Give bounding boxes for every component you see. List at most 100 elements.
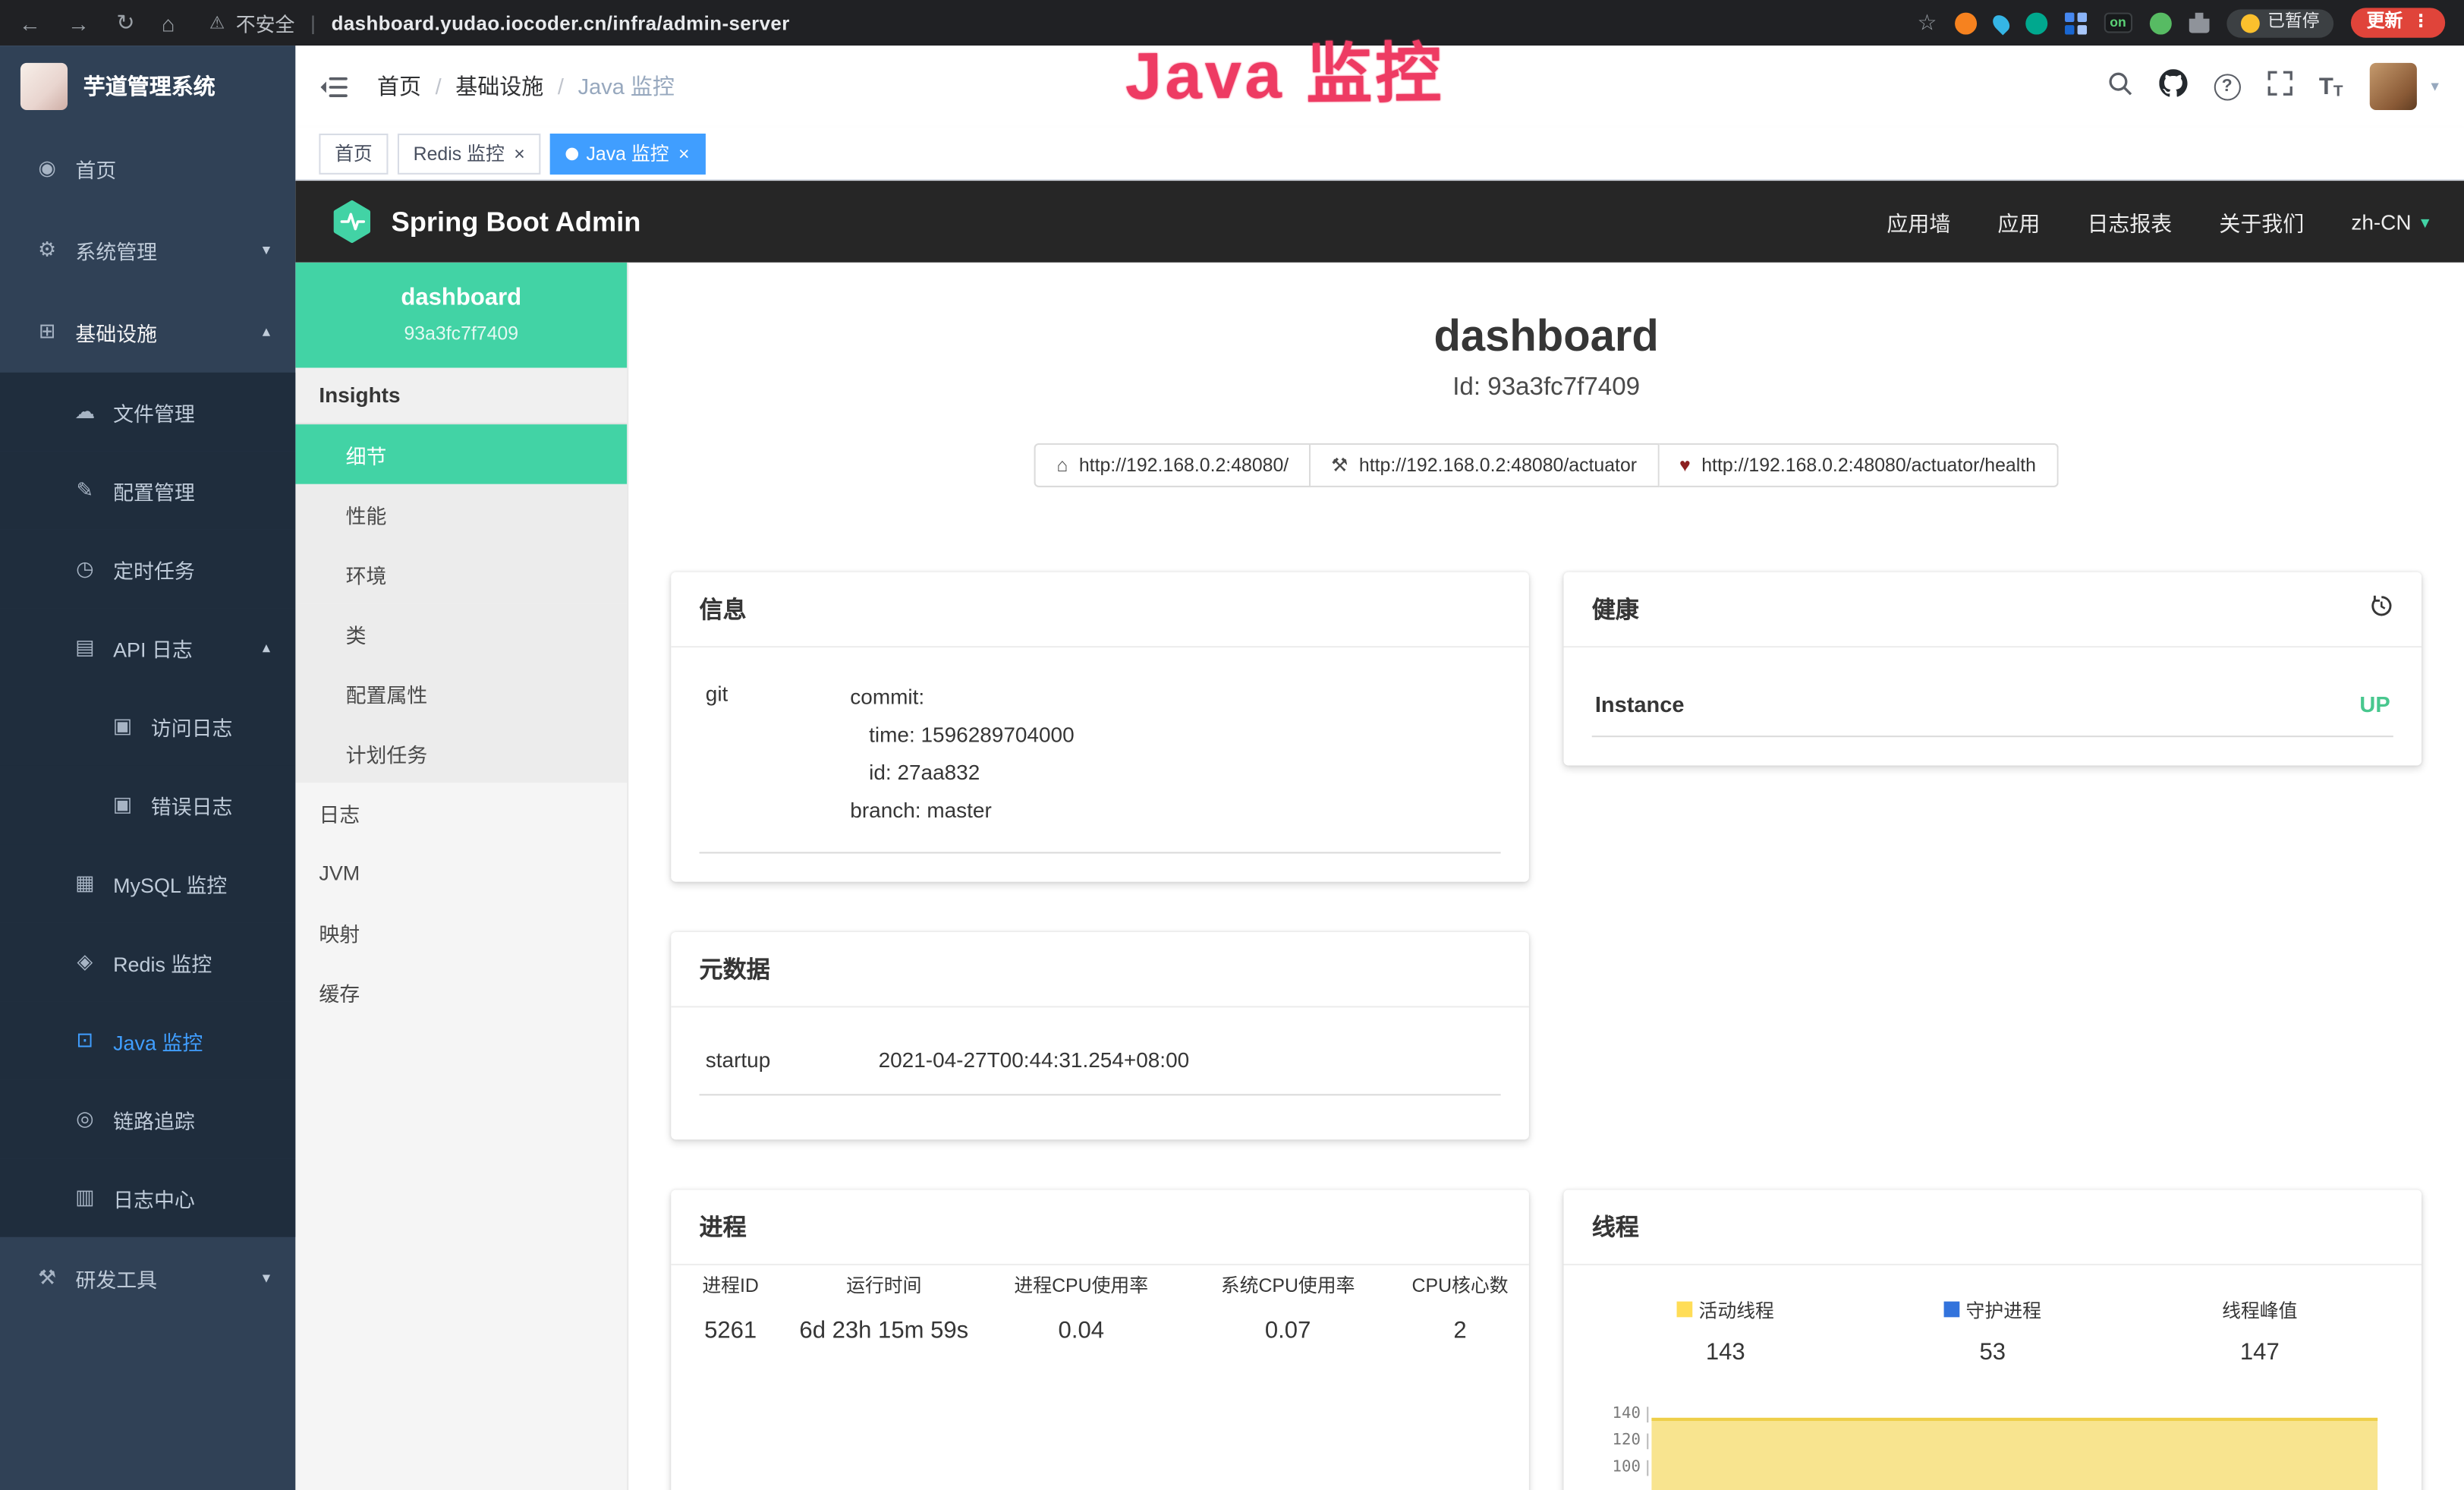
help-icon[interactable]: ? <box>2214 73 2240 99</box>
sba-item-details[interactable]: 细节 <box>295 424 627 484</box>
sba-nav-wallboard[interactable]: 应用墙 <box>1887 206 1950 237</box>
sba-instance-header[interactable]: dashboard 93a3fc7f7409 <box>295 263 627 368</box>
hamburger-icon[interactable] <box>320 74 348 98</box>
sba-item-classes[interactable]: 类 <box>295 603 627 663</box>
sidebar-item-dev-tools[interactable]: ⚒ 研发工具 ▾ <box>0 1237 295 1319</box>
spring-boot-admin: Spring Boot Admin 应用墙 应用 日志报表 关于我们 zh-CN… <box>295 181 2464 1490</box>
close-icon[interactable]: × <box>678 143 690 162</box>
sba-item-metrics[interactable]: 性能 <box>295 484 627 544</box>
extensions-puzzle-icon[interactable] <box>2189 13 2210 33</box>
sidebar-item-redis-monitor[interactable]: ◈ Redis 监控 <box>0 923 295 1002</box>
redis-icon: ◈ <box>72 950 97 975</box>
sidebar-item-config-manage[interactable]: ✎ 配置管理 <box>0 451 295 530</box>
sidebar-item-label: 研发工具 <box>75 1263 157 1293</box>
sidebar-item-log-center[interactable]: ▥ 日志中心 <box>0 1158 295 1237</box>
git-time-line: time: 1596289704000 <box>850 716 1074 754</box>
github-icon[interactable] <box>2159 68 2187 105</box>
forward-icon[interactable]: → <box>68 10 90 35</box>
tab-home[interactable]: 首页 <box>319 133 388 174</box>
kebab-menu-icon[interactable]: ⋮ <box>2412 14 2430 32</box>
sidebar-item-file-manage[interactable]: ☁ 文件管理 <box>0 373 295 452</box>
fullscreen-icon[interactable] <box>2267 70 2292 102</box>
extension-grid-icon[interactable] <box>2064 12 2086 34</box>
user-avatar[interactable] <box>2370 63 2417 110</box>
back-icon[interactable]: ← <box>19 10 41 35</box>
sidebar-item-system[interactable]: ⚙ 系统管理 ▾ <box>0 209 295 291</box>
health-link[interactable]: ♥ http://192.168.0.2:48080/actuator/heal… <box>1659 443 2058 487</box>
tab-redis-monitor[interactable]: Redis 监控 × <box>398 133 541 174</box>
instance-home-link[interactable]: ⌂ http://192.168.0.2:48080/ <box>1034 443 1311 487</box>
smiley-icon <box>2241 14 2260 33</box>
legend-value: 53 <box>1859 1338 2126 1365</box>
sba-item-mappings[interactable]: 映射 <box>295 903 627 962</box>
info-value: commit: time: 1596289704000 id: 27aa832 … <box>850 679 1074 830</box>
col-uptime: 运行时间 <box>790 1271 978 1297</box>
sidebar-item-api-log[interactable]: ▤ API 日志 ▴ <box>0 608 295 687</box>
process-table-values: 5261 6d 23h 15m 59s 0.04 0.07 2 <box>671 1316 1529 1343</box>
sba-locale-select[interactable]: zh-CN ▾ <box>2351 209 2429 233</box>
avatar-caret-icon[interactable]: ▾ <box>2431 78 2438 96</box>
edit-icon: ✎ <box>72 478 97 503</box>
sba-nav-journal[interactable]: 日志报表 <box>2087 206 2172 237</box>
not-secure-label: 不安全 <box>236 8 295 37</box>
sidebar-item-infra[interactable]: ⊞ 基础设施 ▴ <box>0 291 295 373</box>
sba-nav: 应用墙 应用 日志报表 关于我们 zh-CN ▾ <box>1887 206 2429 237</box>
extension-icon-2[interactable] <box>1989 11 2012 35</box>
actuator-link[interactable]: ⚒ http://192.168.0.2:48080/actuator <box>1311 443 1659 487</box>
bookmark-star-icon[interactable]: ☆ <box>1917 9 1937 36</box>
sba-item-logs[interactable]: 日志 <box>295 783 627 843</box>
sba-item-environment[interactable]: 环境 <box>295 543 627 603</box>
blue-swatch-icon <box>1944 1302 1960 1318</box>
sba-brand[interactable]: Spring Boot Admin <box>330 200 641 244</box>
legend-live-threads: 活动线程 143 <box>1592 1296 1859 1366</box>
history-icon[interactable] <box>2370 594 2393 623</box>
font-size-icon[interactable]: T T <box>2319 73 2343 99</box>
java-monitor-icon: ⊡ <box>72 1028 97 1053</box>
status-badge: UP <box>2359 691 2390 716</box>
tab-java-monitor[interactable]: Java 监控 × <box>550 133 705 174</box>
health-instance-row[interactable]: Instance UP <box>1592 669 2393 736</box>
extension-icon-5[interactable] <box>2150 12 2172 34</box>
sidebar-item-scheduled-jobs[interactable]: ◷ 定时任务 <box>0 530 295 609</box>
paused-badge[interactable]: 已暂停 <box>2226 8 2333 36</box>
sidebar-item-label: 配置管理 <box>113 475 195 505</box>
sidebar-item-java-monitor[interactable]: ⊡ Java 监控 <box>0 1001 295 1080</box>
instance-title: dashboard <box>671 310 2422 363</box>
sba-item-scheduled-tasks[interactable]: 计划任务 <box>295 723 627 783</box>
breadcrumb-separator: / <box>558 74 564 99</box>
sba-nav-applications[interactable]: 应用 <box>1997 206 2040 237</box>
sidebar-item-tracing[interactable]: ◎ 链路追踪 <box>0 1080 295 1159</box>
link-url: http://192.168.0.2:48080/actuator <box>1359 454 1637 476</box>
extension-on-badge[interactable]: on <box>2104 13 2132 33</box>
app-logo[interactable]: 芋道管理系统 <box>0 46 295 128</box>
sba-item-config-props[interactable]: 配置属性 <box>295 663 627 723</box>
log-icon: ▤ <box>72 635 97 660</box>
address-bar[interactable]: ⚠ 不安全 | dashboard.yudao.iocoder.cn/infra… <box>209 8 790 37</box>
sidebar-item-error-log[interactable]: ▣ 错误日志 <box>0 765 295 844</box>
yellow-swatch-icon <box>1677 1302 1693 1318</box>
sidebar-item-mysql-monitor[interactable]: ▦ MySQL 监控 <box>0 844 295 923</box>
breadcrumb-infra[interactable]: 基础设施 <box>455 71 543 102</box>
legend-label: 线程峰值 <box>2222 1296 2297 1323</box>
search-icon[interactable] <box>2107 70 2132 102</box>
reload-icon[interactable]: ↻ <box>116 9 134 36</box>
sba-item-jvm[interactable]: JVM <box>295 843 627 903</box>
col-cpu-cores: CPU核心数 <box>1391 1271 1529 1297</box>
sidebar-item-label: MySQL 监控 <box>113 868 227 898</box>
sidebar-item-home[interactable]: ◉ 首页 <box>0 128 295 209</box>
sidebar-item-access-log[interactable]: ▣ 访问日志 <box>0 687 295 766</box>
extension-icon-1[interactable] <box>1954 12 1976 34</box>
close-icon[interactable]: × <box>514 143 525 162</box>
doc-icon: ▣ <box>110 713 135 739</box>
sba-main: dashboard Id: 93a3fc7f7409 ⌂ http://192.… <box>628 263 2464 1490</box>
paused-label: 已暂停 <box>2267 14 2319 32</box>
extension-icon-3[interactable] <box>2025 12 2047 34</box>
header-actions: ? T T ▾ <box>2107 63 2439 110</box>
breadcrumb-home[interactable]: 首页 <box>377 71 421 102</box>
browser-home-icon[interactable]: ⌂ <box>162 10 175 35</box>
sba-nav-about[interactable]: 关于我们 <box>2219 206 2304 237</box>
update-button[interactable]: 更新 ⋮ <box>2351 8 2445 38</box>
sidebar-item-label: Java 监控 <box>113 1025 203 1055</box>
metadata-startup-row: startup 2021-04-27T00:44:31.254+08:00 <box>700 1029 1501 1095</box>
sba-item-caches[interactable]: 缓存 <box>295 962 627 1022</box>
